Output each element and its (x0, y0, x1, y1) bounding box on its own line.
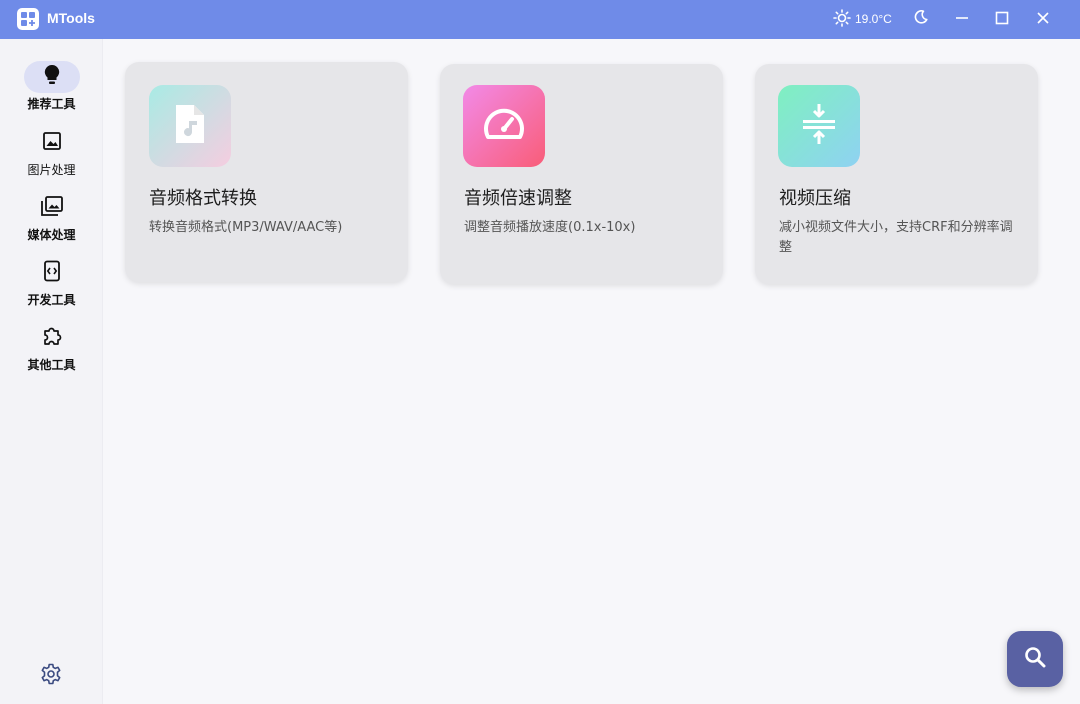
maximize-button[interactable] (987, 5, 1017, 33)
nav-icon-container (24, 257, 80, 289)
lightbulb-icon (42, 64, 62, 90)
search-fab-button[interactable] (1007, 631, 1063, 687)
card-description: 减小视频文件大小，支持CRF和分辨率调整 (779, 220, 1013, 255)
nav-icon-container (24, 322, 80, 354)
app-logo-icon (17, 8, 39, 30)
card-icon-container (778, 85, 860, 167)
card-audio-format-convert[interactable]: 音频格式转换 转换音频格式(MP3/WAV/AAC等) (125, 62, 408, 282)
weather-temperature: 19.0°C (855, 12, 892, 26)
sidebar-item-label: 图片处理 (27, 163, 76, 177)
photo-library-icon (40, 195, 64, 221)
sidebar-item-dev[interactable]: 开发工具 (0, 257, 103, 317)
sidebar-item-recommended[interactable]: 推荐工具 (0, 61, 103, 121)
sidebar-item-label: 开发工具 (27, 293, 76, 307)
sidebar: 推荐工具 图片处理 媒体处理 开发工具 其他工具 (0, 39, 103, 704)
card-description: 转换音频格式(MP3/WAV/AAC等) (149, 220, 343, 235)
gear-icon (40, 663, 62, 689)
audio-file-icon (172, 103, 208, 149)
close-button[interactable] (1028, 5, 1058, 33)
image-icon (42, 131, 62, 155)
search-icon (1024, 646, 1046, 672)
nav-icon-container (23, 61, 80, 93)
card-title: 视频压缩 (779, 188, 851, 209)
sidebar-item-image[interactable]: 图片处理 (0, 127, 103, 187)
code-icon (43, 260, 61, 286)
weather-widget[interactable]: 19.0°C (833, 8, 892, 30)
sidebar-item-label: 媒体处理 (27, 228, 76, 242)
app-title: MTools (47, 10, 95, 26)
sidebar-item-label: 其他工具 (27, 358, 76, 372)
puzzle-icon (41, 325, 63, 351)
compress-icon (801, 102, 837, 150)
sidebar-item-media[interactable]: 媒体处理 (0, 192, 103, 252)
settings-button[interactable] (38, 663, 64, 689)
card-audio-speed-adjust[interactable]: 音频倍速调整 调整音频播放速度(0.1x-10x) (440, 64, 723, 284)
card-icon-container (149, 85, 231, 167)
sidebar-item-other[interactable]: 其他工具 (0, 322, 103, 382)
card-icon-container (463, 85, 545, 167)
sidebar-item-label: 推荐工具 (27, 97, 76, 111)
sun-icon (833, 8, 851, 30)
minimize-button[interactable] (947, 5, 977, 33)
card-title: 音频倍速调整 (464, 188, 572, 209)
title-bar: MTools 19.0°C (0, 0, 1080, 39)
theme-toggle-button[interactable] (906, 5, 936, 33)
card-title: 音频格式转换 (149, 188, 257, 209)
speedometer-icon (482, 105, 526, 147)
moon-icon (913, 9, 929, 29)
nav-icon-container (24, 127, 80, 159)
card-description: 调整音频播放速度(0.1x-10x) (464, 220, 636, 235)
minimize-icon (955, 10, 969, 29)
maximize-icon (995, 10, 1009, 29)
card-video-compress[interactable]: 视频压缩 减小视频文件大小，支持CRF和分辨率调整 (755, 64, 1038, 284)
nav-icon-container (24, 192, 80, 224)
close-icon (1036, 10, 1050, 29)
